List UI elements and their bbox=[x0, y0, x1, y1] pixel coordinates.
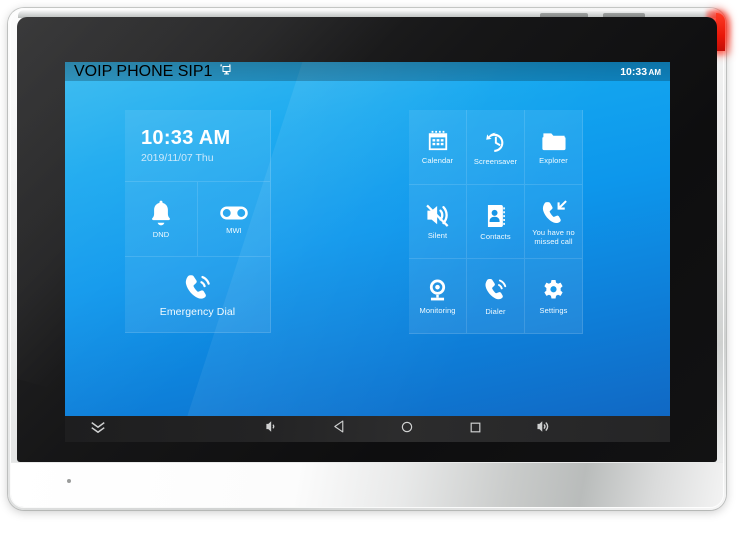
tile-silent-label: Silent bbox=[427, 231, 448, 241]
clock-widget[interactable]: 10:33 AM 2019/11/07 Thu bbox=[125, 110, 271, 182]
left-panel-row: DND MWI bbox=[125, 182, 271, 257]
volume-down-icon bbox=[265, 420, 278, 438]
tile-emergency-dial-label: Emergency Dial bbox=[159, 305, 236, 318]
tile-dialer[interactable]: Dialer bbox=[467, 259, 525, 334]
tile-monitoring[interactable]: Monitoring bbox=[409, 259, 467, 334]
tile-contacts-label: Contacts bbox=[480, 231, 511, 241]
missed-call-icon bbox=[541, 199, 567, 224]
home-icon bbox=[401, 420, 413, 438]
tile-dnd-label: DND bbox=[152, 229, 170, 239]
tile-calendar[interactable]: Calendar bbox=[409, 110, 467, 185]
expand-icon bbox=[91, 420, 105, 438]
clock-widget-time: 10:33 AM bbox=[141, 127, 231, 149]
gear-icon bbox=[542, 279, 565, 302]
wallpaper-gap bbox=[271, 110, 409, 442]
back-icon bbox=[333, 420, 345, 438]
microphone-icon bbox=[67, 479, 71, 483]
tile-mwi[interactable]: MWI bbox=[198, 182, 271, 257]
lcd-screen: VOIP PHONE SIP1 10:33 AM 10:33 AM 2019/1… bbox=[65, 62, 670, 442]
tile-screensaver[interactable]: Screensaver bbox=[467, 110, 525, 185]
tile-mwi-label: MWI bbox=[226, 225, 242, 235]
bell-icon bbox=[149, 200, 173, 226]
speaker-mute-icon bbox=[425, 204, 450, 228]
clock-widget-date: 2019/11/07 Thu bbox=[141, 152, 214, 164]
status-led bbox=[716, 13, 725, 51]
volume-up-button[interactable] bbox=[509, 416, 577, 442]
tile-explorer-label: Explorer bbox=[539, 155, 568, 165]
clock-rewind-icon bbox=[484, 130, 507, 153]
phone-ring-icon bbox=[483, 277, 509, 303]
volume-down-button[interactable] bbox=[237, 416, 305, 442]
voicemail-icon bbox=[220, 204, 248, 222]
tile-dnd[interactable]: DND bbox=[125, 182, 198, 257]
folder-icon bbox=[541, 131, 566, 152]
navigation-bar bbox=[65, 416, 670, 442]
status-bar-time: 10:33 bbox=[620, 65, 648, 78]
status-bar-clock: 10:33 AM bbox=[620, 66, 661, 78]
tile-explorer[interactable]: Explorer bbox=[525, 110, 583, 185]
tile-contacts[interactable]: Contacts bbox=[467, 184, 525, 259]
address-book-icon bbox=[485, 204, 506, 228]
recents-button[interactable] bbox=[441, 416, 509, 442]
tile-screensaver-label: Screensaver bbox=[473, 156, 518, 166]
tile-emergency-dial[interactable]: Emergency Dial bbox=[125, 257, 271, 333]
tile-settings[interactable]: Settings bbox=[525, 259, 583, 334]
status-bar-left: VOIP PHONE SIP1 bbox=[74, 63, 232, 81]
tile-dialer-label: Dialer bbox=[485, 307, 506, 317]
camera-icon bbox=[426, 278, 449, 302]
device-bottom-bezel bbox=[11, 462, 723, 507]
tile-missed-call[interactable]: You have no missed call bbox=[525, 184, 583, 259]
tile-missed-call-label: You have no missed call bbox=[532, 227, 575, 246]
home-screen: 10:33 AM 2019/11/07 Thu DND MWI Emergenc… bbox=[65, 81, 670, 442]
home-button[interactable] bbox=[373, 416, 441, 442]
volume-up-icon bbox=[536, 420, 550, 438]
status-bar-ampm: AM bbox=[648, 67, 661, 77]
tile-calendar-label: Calendar bbox=[421, 156, 454, 166]
recents-icon bbox=[470, 420, 481, 438]
monitor-icon bbox=[219, 63, 232, 81]
tile-silent[interactable]: Silent bbox=[409, 184, 467, 259]
calendar-icon bbox=[427, 130, 449, 152]
status-bar-title: VOIP PHONE SIP1 bbox=[74, 62, 213, 80]
back-button[interactable] bbox=[305, 416, 373, 442]
status-bar: VOIP PHONE SIP1 10:33 AM bbox=[65, 62, 670, 81]
phone-ring-icon bbox=[183, 273, 213, 303]
expand-button[interactable] bbox=[65, 416, 131, 442]
app-grid: Calendar Screensaver Explorer Silent Con… bbox=[409, 110, 583, 442]
tile-settings-label: Settings bbox=[539, 305, 568, 315]
device-frame: VOIP PHONE SIP1 10:33 AM 10:33 AM 2019/1… bbox=[8, 8, 732, 510]
tile-monitoring-label: Monitoring bbox=[419, 306, 456, 316]
left-panel: 10:33 AM 2019/11/07 Thu DND MWI Emergenc… bbox=[125, 110, 271, 442]
